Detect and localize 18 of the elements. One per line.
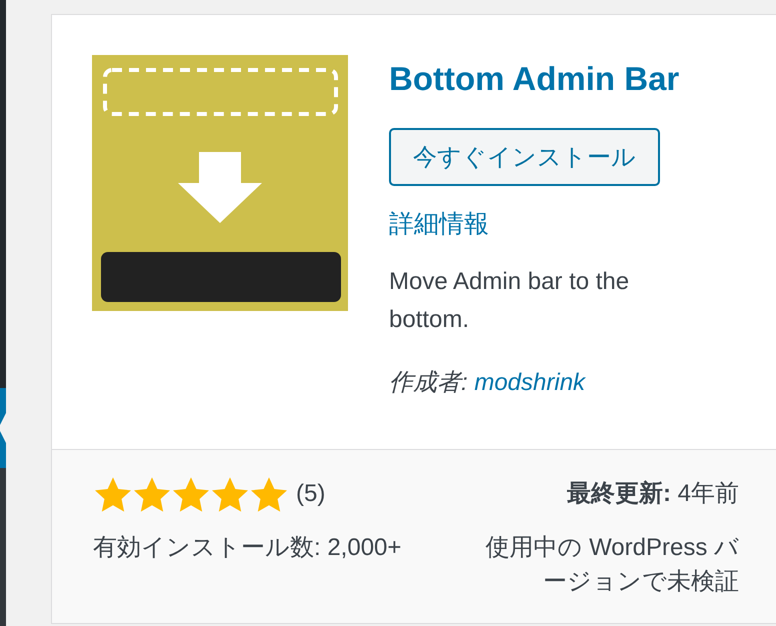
menu-pointer-icon	[0, 413, 6, 443]
rating-count: (5)	[296, 479, 326, 509]
author-link[interactable]: modshrink	[474, 369, 586, 396]
active-installs: 有効インストール数: 2,000+	[93, 533, 402, 563]
plugin-title-link[interactable]: Bottom Admin Bar	[389, 59, 680, 99]
plugin-description: Move Admin bar to the bottom.	[389, 267, 630, 335]
install-button[interactable]: 今すぐインストール	[389, 128, 660, 186]
last-updated: 最終更新: 4年前	[566, 479, 739, 509]
compatibility-note: 使用中の WordPress バージョンで未検証	[484, 533, 739, 597]
filled-star-icon	[134, 476, 170, 512]
details-link[interactable]: 詳細情報	[389, 206, 489, 242]
author-label: 作成者:	[389, 369, 468, 396]
filled-star-icon	[95, 476, 131, 512]
filled-star-icon	[212, 476, 248, 512]
filled-star-icon	[173, 476, 209, 512]
active-menu-item[interactable]	[0, 388, 6, 468]
filled-star-icon	[251, 476, 287, 512]
plugin-icon[interactable]	[92, 55, 348, 311]
